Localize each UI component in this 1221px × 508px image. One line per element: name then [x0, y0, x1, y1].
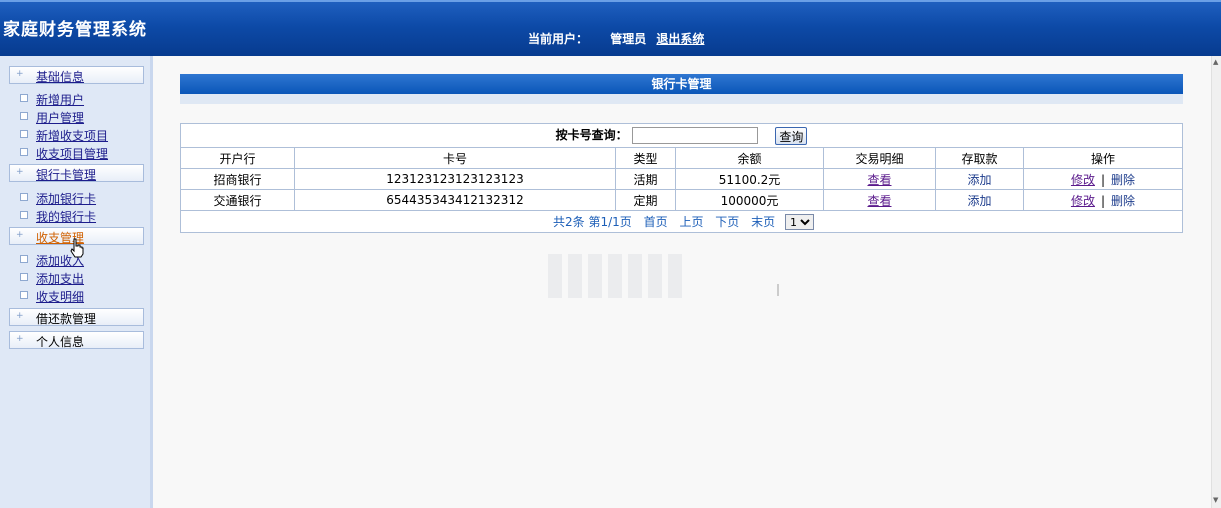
- type-cell: 定期: [615, 189, 676, 211]
- sidebar-item-label: 我的银行卡: [36, 210, 97, 224]
- view-detail-link[interactable]: 查看: [867, 194, 891, 208]
- sidebar-item-label: 添加支出: [36, 272, 85, 286]
- expand-icon: +: [16, 167, 24, 177]
- expand-icon: +: [16, 230, 24, 240]
- app-header: 家庭财务管理系统 当前用户： 管理员 退出系统: [0, 0, 1221, 56]
- sidebar-item-label: 用户管理: [36, 111, 85, 125]
- hand-pointer-icon: [70, 238, 84, 258]
- type-cell: 活期: [615, 168, 676, 190]
- table-row: 交通银行 654435343412132312 定期 100000元 查看 添加…: [180, 189, 1183, 211]
- bank-cell: 交通银行: [180, 189, 295, 211]
- sidebar: + 基础信息 新增用户 用户管理 新增收支项目 收支项目管理 + 银行卡管理 添…: [0, 56, 153, 508]
- bullet-icon: [20, 211, 28, 219]
- current-user-name: 管理员: [610, 32, 647, 46]
- bullet-icon: [20, 94, 28, 102]
- search-cell: 按卡号查询： 查询: [180, 123, 1183, 148]
- sidebar-group-label: 借还款管理: [36, 312, 97, 326]
- card-number-cell: 123123123123123123: [294, 168, 616, 190]
- sidebar-group-label: 银行卡管理: [36, 168, 97, 182]
- delete-link[interactable]: 删除: [1111, 194, 1135, 208]
- bullet-icon: [20, 130, 28, 138]
- prev-page-link[interactable]: 上页: [679, 215, 703, 229]
- view-detail-link[interactable]: 查看: [867, 173, 891, 187]
- card-number-cell: 654435343412132312: [294, 189, 616, 211]
- expand-icon: +: [16, 311, 24, 321]
- actions-cell: 修改 | 删除: [1023, 189, 1183, 211]
- column-header: 余额: [675, 147, 824, 169]
- last-page-link[interactable]: 末页: [751, 215, 775, 229]
- deposit-cell: 添加: [935, 189, 1024, 211]
- page-title: 银行卡管理: [180, 74, 1183, 94]
- sidebar-group-personal-info[interactable]: + 个人信息: [9, 331, 144, 349]
- column-header: 开户行: [180, 147, 295, 169]
- sidebar-group-bank-card[interactable]: + 银行卡管理: [9, 164, 144, 182]
- first-page-link[interactable]: 首页: [644, 215, 668, 229]
- bank-cell: 招商银行: [180, 168, 295, 190]
- search-button[interactable]: 查询: [775, 126, 808, 145]
- sidebar-item-label: 新增收支项目: [36, 129, 109, 143]
- bullet-icon: [20, 148, 28, 156]
- sidebar-group-label: 个人信息: [36, 335, 85, 349]
- expand-icon: +: [16, 334, 24, 344]
- balance-cell: 100000元: [675, 189, 824, 211]
- faded-mark: [777, 284, 779, 296]
- pager-cell: 共2条 第1/1页 首页 上页 下页 末页 1: [180, 210, 1183, 233]
- detail-cell: 查看: [823, 168, 936, 190]
- bullet-icon: [20, 273, 28, 281]
- action-separator: |: [1100, 193, 1106, 208]
- main-content: 银行卡管理 按卡号查询： 查询 开户行 卡号 类型 余额 交易明细 存取款 操作…: [153, 56, 1211, 508]
- user-bar: 当前用户： 管理员 退出系统: [528, 30, 704, 47]
- column-header: 卡号: [294, 147, 616, 169]
- column-header: 交易明细: [823, 147, 936, 169]
- detail-cell: 查看: [823, 189, 936, 211]
- column-header: 类型: [615, 147, 676, 169]
- bank-card-table: 按卡号查询： 查询 开户行 卡号 类型 余额 交易明细 存取款 操作 招商银行 …: [180, 123, 1183, 233]
- pager-row: 共2条 第1/1页 首页 上页 下页 末页 1: [180, 210, 1183, 233]
- table-header-row: 开户行 卡号 类型 余额 交易明细 存取款 操作: [180, 147, 1183, 169]
- sidebar-item-label: 添加银行卡: [36, 192, 97, 206]
- column-header: 操作: [1023, 147, 1183, 169]
- edit-link[interactable]: 修改: [1071, 194, 1095, 208]
- page-select[interactable]: 1: [784, 214, 814, 231]
- balance-cell: 51100.2元: [675, 168, 824, 190]
- faded-watermark: [548, 254, 682, 298]
- pager-summary: 共2条 第1/1页: [553, 214, 632, 229]
- bullet-icon: [20, 291, 28, 299]
- edit-link[interactable]: 修改: [1071, 173, 1095, 187]
- add-deposit-link[interactable]: 添加: [967, 173, 991, 187]
- sidebar-item-label: 新增用户: [36, 93, 85, 107]
- bullet-icon: [20, 193, 28, 201]
- sidebar-item-label: 收支明细: [36, 290, 85, 304]
- next-page-link[interactable]: 下页: [715, 215, 739, 229]
- search-label: 按卡号查询：: [555, 128, 628, 143]
- bullet-icon: [20, 255, 28, 263]
- delete-link[interactable]: 删除: [1111, 173, 1135, 187]
- sidebar-item-label: 收支项目管理: [36, 147, 109, 161]
- column-header: 存取款: [935, 147, 1024, 169]
- current-user-label: 当前用户：: [528, 32, 589, 46]
- sidebar-group-basic-info[interactable]: + 基础信息: [9, 66, 144, 84]
- vertical-scrollbar[interactable]: ▲ ▼: [1211, 56, 1221, 508]
- add-deposit-link[interactable]: 添加: [967, 194, 991, 208]
- sidebar-group-loan[interactable]: + 借还款管理: [9, 308, 144, 326]
- app-title: 家庭财务管理系统: [3, 20, 147, 40]
- scroll-up-icon[interactable]: ▲: [1213, 58, 1218, 66]
- deposit-cell: 添加: [935, 168, 1024, 190]
- expand-icon: +: [16, 69, 24, 79]
- search-row: 按卡号查询： 查询: [180, 123, 1183, 148]
- actions-cell: 修改 | 删除: [1023, 168, 1183, 190]
- bullet-icon: [20, 112, 28, 120]
- card-number-search-input[interactable]: [631, 127, 758, 145]
- logout-link[interactable]: 退出系统: [656, 32, 704, 46]
- sidebar-group-label: 基础信息: [36, 70, 85, 84]
- action-separator: |: [1100, 172, 1106, 187]
- table-row: 招商银行 123123123123123123 活期 51100.2元 查看 添…: [180, 168, 1183, 190]
- scroll-down-icon[interactable]: ▼: [1213, 496, 1218, 504]
- title-band-shadow: [180, 94, 1183, 104]
